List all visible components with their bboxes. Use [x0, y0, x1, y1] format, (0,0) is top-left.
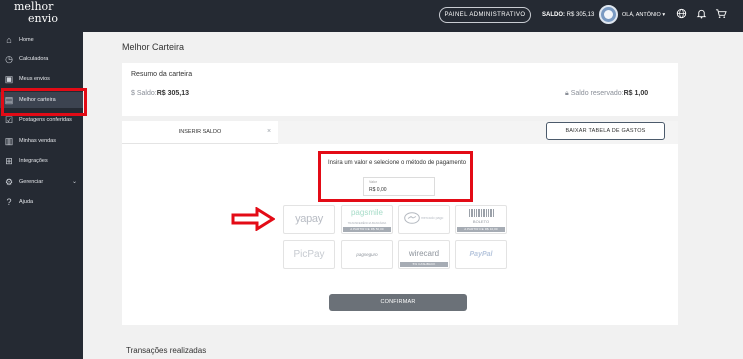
payment-yapay[interactable]: yapay — [283, 205, 335, 234]
payment-pagsmile[interactable]: pagsmile TRANSFERÊNCIA BANCÁRIA A PARTIR… — [341, 205, 393, 234]
box-icon: ▣ — [4, 74, 14, 84]
reserved-value: R$ 1,00 — [623, 90, 649, 97]
tab-inserir-saldo[interactable]: INSERIR SALDO — [122, 121, 278, 144]
transactions-title: Transações realizadas — [126, 346, 207, 355]
payment-tag: A PARTIR DE R$ 10,00 — [457, 227, 505, 232]
sidebar-item-label: Integrações — [19, 158, 48, 164]
highlight-box-form — [318, 151, 473, 202]
coin-icon: $ — [131, 90, 135, 97]
logo[interactable]: melhor envio — [14, 1, 58, 25]
confirm-button[interactable]: CONFIRMAR — [329, 294, 467, 311]
calculator-icon: ◷ — [5, 54, 13, 64]
payment-name: yapay — [295, 213, 323, 225]
summary-title: Resumo da carteira — [131, 71, 193, 78]
payment-picpay[interactable]: PicPay — [283, 240, 335, 269]
payment-wirecard[interactable]: wirecard 5% CASHBACK — [398, 240, 450, 269]
cart-icon[interactable] — [715, 8, 727, 22]
reserved-label: Saldo reservado: — [570, 90, 624, 97]
user-greeting[interactable]: OLÁ, ANTÔNIO ▾ — [622, 12, 665, 18]
admin-panel-button[interactable]: PAINEL ADMINISTRATIVO — [439, 7, 531, 23]
payment-name: pagseguro — [356, 252, 378, 257]
payment-tag: 5% CASHBACK — [400, 262, 448, 267]
sales-icon: ▥ — [4, 136, 14, 146]
sidebar-item-label: Calculadora — [19, 56, 49, 62]
sidebar-item-label: Home — [19, 37, 34, 43]
payment-name: pagsmile — [350, 208, 383, 217]
payment-mercado-pago[interactable]: mercado pago — [398, 205, 450, 234]
integrations-icon: ⊞ — [5, 156, 13, 166]
payment-name: PicPay — [293, 249, 325, 260]
help-icon: ? — [6, 197, 12, 207]
sidebar: ⌂ Home ◷ Calculadora ▣ Meus envios ▤ Mel… — [0, 32, 83, 359]
avatar[interactable] — [599, 5, 618, 24]
balance-label: Saldo: — [136, 90, 157, 97]
arrow-right-icon — [231, 207, 275, 231]
handshake-icon — [404, 212, 420, 224]
header-balance-value: R$ 305,13 — [566, 12, 595, 18]
barcode-icon — [469, 209, 494, 217]
chevron-down-icon: ⌄ — [71, 179, 77, 185]
top-bar: melhor envio PAINEL ADMINISTRATIVO SALDO… — [0, 0, 743, 32]
check-list-icon: ☑ — [4, 115, 14, 125]
sidebar-item-label: Minhas vendas — [19, 138, 56, 144]
sidebar-item-label: Postagens conferidas — [19, 117, 72, 123]
payment-name: mercado pago — [421, 216, 444, 220]
greeting-text: OLÁ, ANTÔNIO — [622, 12, 661, 18]
logo-line2: envio — [28, 12, 58, 25]
settings-icon: ⚙ — [4, 177, 14, 187]
lock-icon: 🔒︎ — [565, 90, 569, 97]
globe-icon[interactable] — [676, 8, 687, 22]
header-balance: SALDO: R$ 305,13 — [542, 12, 594, 18]
reserved-row: 🔒︎ Saldo reservado:R$ 1,00 — [565, 90, 648, 98]
bell-icon[interactable] — [696, 8, 707, 22]
sidebar-item-label: Ajuda — [19, 199, 34, 205]
sidebar-item-gerenciar[interactable]: ⚙ Gerenciar ⌄ — [0, 174, 83, 190]
highlight-box-nav — [1, 88, 87, 116]
close-icon[interactable]: × — [267, 128, 271, 135]
payment-name: PayPal — [469, 251, 493, 258]
payment-name: wirecard — [408, 249, 440, 258]
page-title: Melhor Carteira — [122, 42, 185, 52]
sidebar-item-meus-envios[interactable]: ▣ Meus envios — [0, 71, 83, 87]
sidebar-item-minhas-vendas[interactable]: ▥ Minhas vendas — [0, 133, 83, 149]
sidebar-item-label: Gerenciar — [19, 179, 44, 185]
sidebar-item-label: Meus envios — [19, 76, 50, 82]
payment-paypal[interactable]: PayPal — [455, 240, 507, 269]
payment-pagseguro[interactable]: pagseguro — [341, 240, 393, 269]
sidebar-item-calculadora[interactable]: ◷ Calculadora — [0, 51, 83, 67]
payment-sub: TRANSFERÊNCIA BANCÁRIA — [347, 221, 387, 225]
chevron-down-icon: ▾ — [662, 12, 666, 18]
sidebar-item-home[interactable]: ⌂ Home — [0, 32, 83, 48]
download-expenses-button[interactable]: BAIXAR TABELA DE GASTOS — [546, 122, 665, 140]
payment-name: BOLETO — [472, 219, 490, 224]
payment-tag: A PARTIR DE R$ 50,00 — [343, 227, 391, 232]
sidebar-item-ajuda[interactable]: ? Ajuda — [0, 194, 83, 210]
balance-value: R$ 305,13 — [156, 90, 190, 97]
header-balance-label: SALDO: — [542, 12, 565, 18]
home-icon: ⌂ — [6, 35, 12, 45]
balance-row: $ Saldo:R$ 305,13 — [131, 90, 189, 97]
sidebar-item-integracoes[interactable]: ⊞ Integrações — [0, 153, 83, 169]
payment-boleto[interactable]: BOLETO A PARTIR DE R$ 10,00 — [455, 205, 507, 234]
